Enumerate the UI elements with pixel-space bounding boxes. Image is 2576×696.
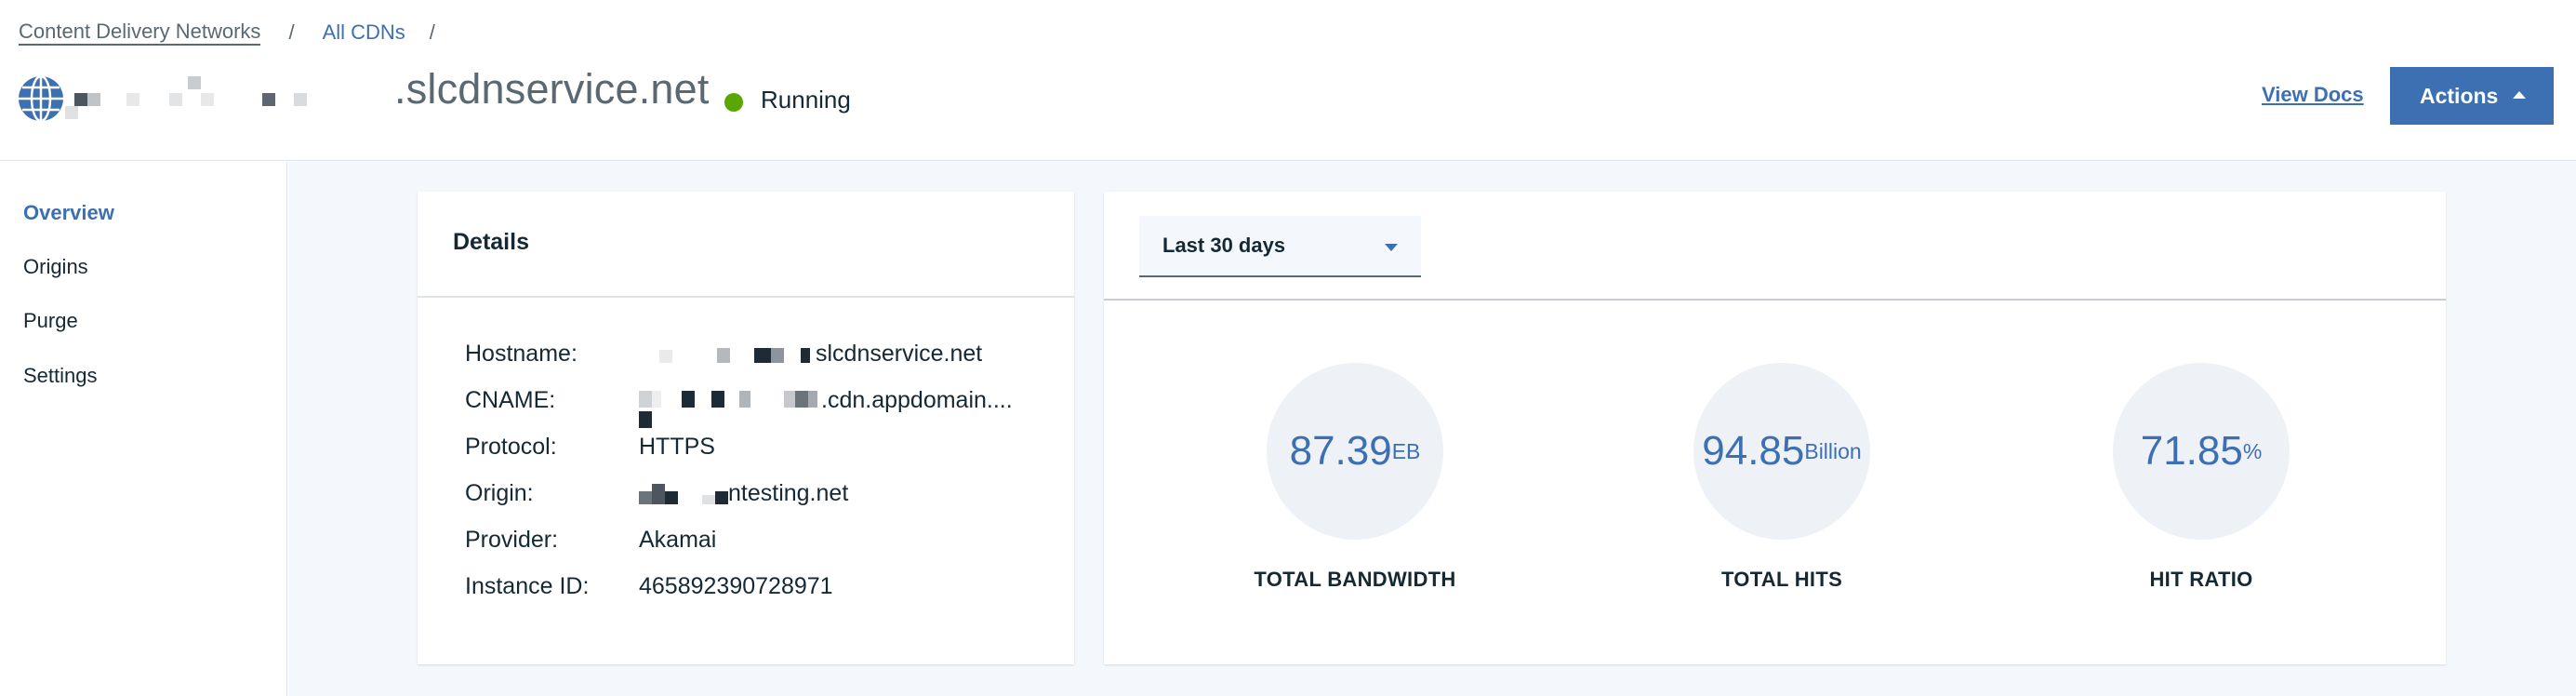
detail-label-origin: Origin: [465, 480, 534, 506]
breadcrumb-separator: / [288, 20, 295, 44]
details-title: Details [453, 229, 529, 255]
metric-label: TOTAL BANDWIDTH [1254, 568, 1456, 591]
origin-text: ntesting.net [728, 480, 849, 506]
time-range-label: Last 30 days [1162, 234, 1286, 257]
metric-unit: EB [1391, 438, 1421, 463]
sidebar-item-settings[interactable]: Settings [23, 364, 98, 388]
detail-label-hostname: Hostname: [465, 341, 578, 367]
breadcrumb-separator: / [429, 20, 435, 44]
metric-total-hits: 94.85 Billion TOTAL HITS [1642, 363, 1921, 592]
sidebar-item-purge[interactable]: Purge [23, 309, 78, 333]
cdn-hostname-title: .slcdnservice.net [394, 65, 710, 113]
metric-circle: 87.39 EB [1267, 363, 1443, 540]
detail-value-instance-id: 465892390728971 [639, 573, 833, 599]
metric-hit-ratio: 71.85% HIT RATIO [2062, 363, 2341, 592]
status-text: Running [761, 86, 851, 114]
actions-button[interactable]: Actions [2390, 67, 2554, 125]
time-range-dropdown[interactable]: Last 30 days [1139, 216, 1421, 277]
metric-value: 87.39 [1289, 428, 1392, 474]
chevron-down-icon [1385, 244, 1398, 251]
metric-value: 71.85 [2140, 428, 2243, 474]
metric-label: TOTAL HITS [1720, 568, 1843, 591]
sidebar-item-origins[interactable]: Origins [23, 255, 88, 279]
metric-value: 94.85 [1702, 428, 1805, 474]
details-card-header: Details [418, 192, 1074, 298]
metric-circle: 94.85 Billion [1693, 363, 1870, 540]
metric-unit: Billion [1804, 438, 1862, 463]
view-docs-link[interactable]: View Docs [2262, 83, 2364, 107]
detail-label-provider: Provider: [465, 527, 559, 553]
detail-label-protocol: Protocol: [465, 434, 557, 460]
globe-icon [19, 74, 63, 123]
hostname-text: slcdnservice.net [816, 341, 983, 367]
metric-circle: 71.85% [2113, 363, 2290, 540]
actions-button-label: Actions [2420, 83, 2499, 108]
caret-up-icon [2513, 91, 2526, 99]
detail-label-instance-id: Instance ID: [465, 573, 590, 599]
sidebar-nav: Overview Origins Purge Settings [0, 162, 287, 696]
detail-label-cname: CNAME: [465, 387, 556, 413]
cname-text: .cdn.appdomain.... [821, 387, 1013, 413]
metric-label: HIT RATIO [2149, 568, 2253, 591]
status-running-indicator [724, 93, 743, 112]
redacted-hostname-prefix [65, 69, 391, 121]
breadcrumb-all-cdns[interactable]: All CDNs [323, 20, 405, 45]
metrics-card: Last 30 days 87.39 EB TOTAL BANDWIDTH 94.… [1104, 192, 2446, 664]
breadcrumb-content-delivery-networks[interactable]: Content Delivery Networks [19, 20, 261, 46]
sidebar-item-overview[interactable]: Overview [23, 201, 114, 225]
details-card: Details Hostname: slcdnservice.net CNAME… [418, 192, 1074, 664]
breadcrumb: Content Delivery Networks / All CDNs / [19, 17, 435, 48]
metric-total-bandwidth: 87.39 EB TOTAL BANDWIDTH [1215, 363, 1494, 592]
detail-value-protocol: HTTPS [639, 434, 715, 460]
detail-value-provider: Akamai [639, 527, 717, 553]
metrics-card-header: Last 30 days [1104, 192, 2446, 301]
metric-unit: % [2242, 438, 2263, 463]
page-header: Content Delivery Networks / All CDNs / .… [0, 0, 2576, 161]
